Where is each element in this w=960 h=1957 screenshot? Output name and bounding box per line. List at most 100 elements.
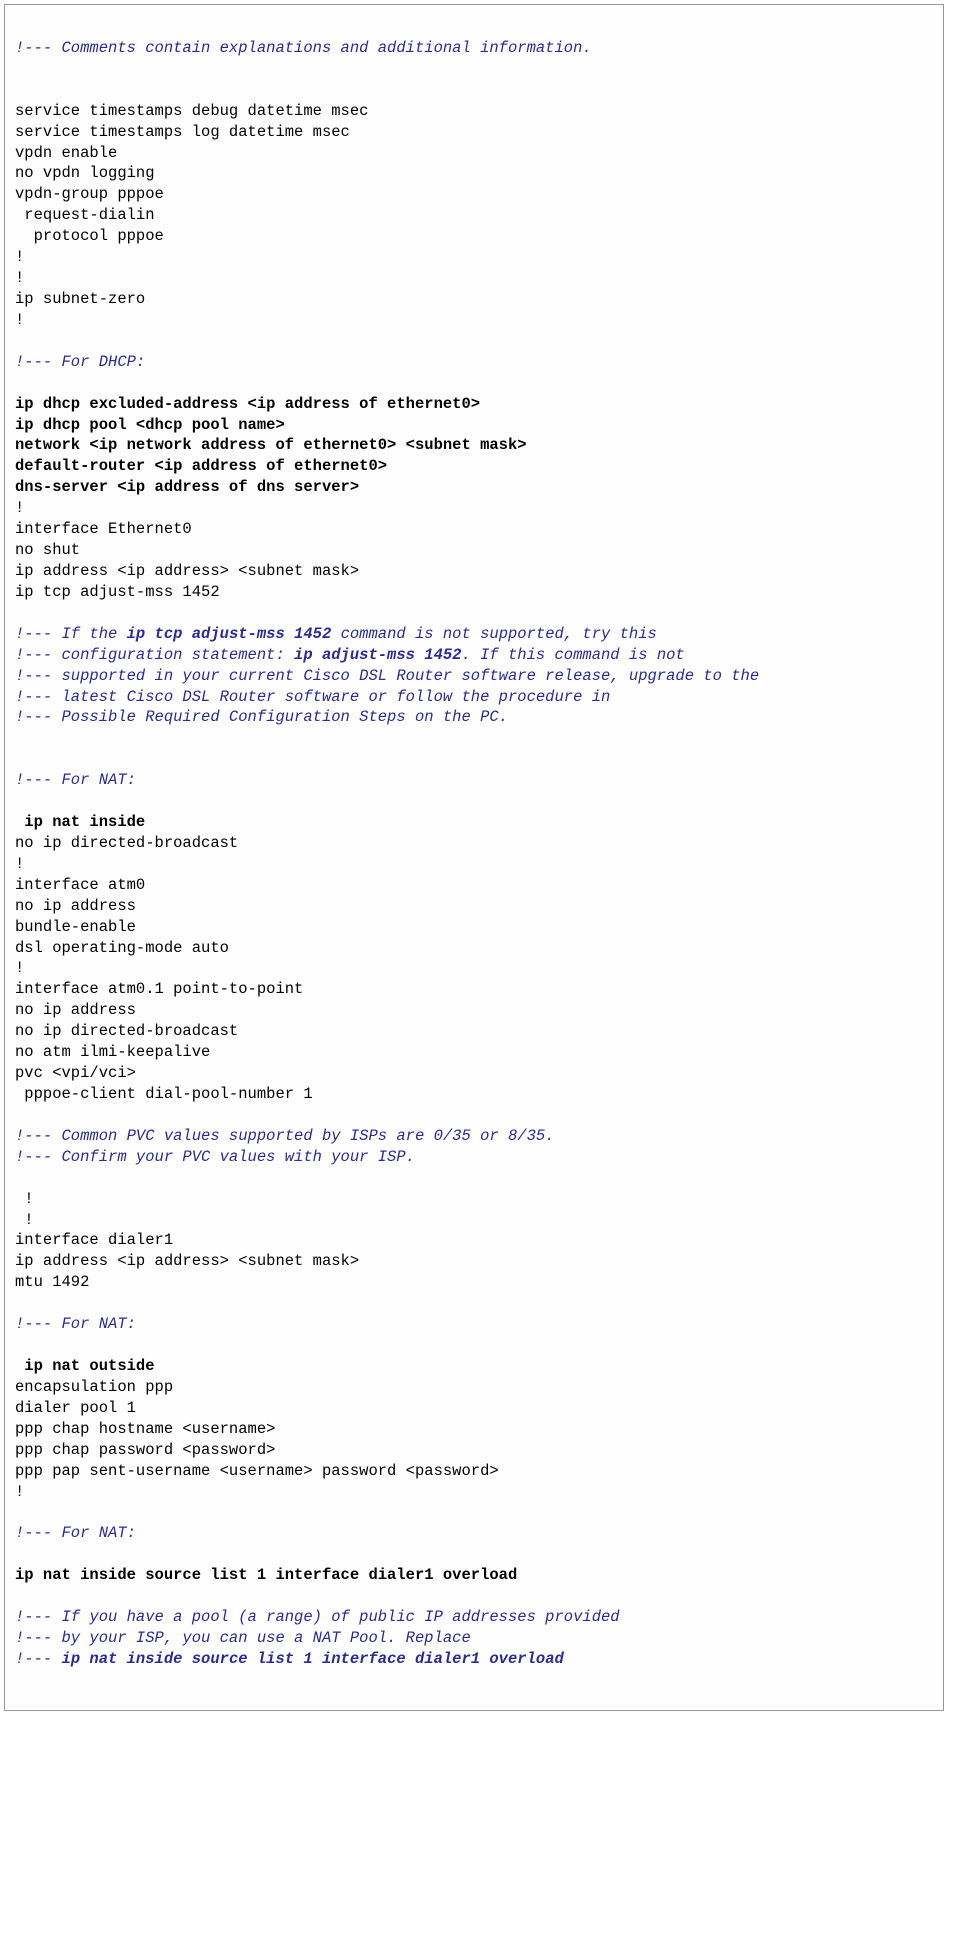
- code-segment: !: [15, 269, 24, 287]
- code-segment: !--- supported in your current Cisco DSL…: [15, 667, 759, 685]
- code-segment: !--- For DHCP:: [15, 353, 145, 371]
- config-code-block: !--- Comments contain explanations and a…: [15, 17, 933, 1670]
- code-segment: no vpdn logging: [15, 164, 155, 182]
- code-line: dns-server <ip address of dns server>: [15, 478, 359, 496]
- code-line: protocol pppoe: [15, 227, 164, 245]
- code-line: no vpdn logging: [15, 164, 155, 182]
- code-segment: !--- latest Cisco DSL Router software or…: [15, 688, 610, 706]
- code-segment: !--- configuration statement:: [15, 646, 294, 664]
- code-segment: ip adjust-mss 1452: [294, 646, 461, 664]
- code-segment: ip dhcp pool <dhcp pool name>: [15, 416, 285, 434]
- code-segment: ip nat inside source list 1 interface di…: [15, 1566, 517, 1584]
- code-segment: !--- For NAT:: [15, 771, 136, 789]
- code-segment: !--- For NAT:: [15, 1315, 136, 1333]
- code-line: bundle-enable: [15, 918, 136, 936]
- config-document: !--- Comments contain explanations and a…: [4, 4, 944, 1711]
- code-line: !--- Common PVC values supported by ISPs…: [15, 1127, 555, 1145]
- code-line: dsl operating-mode auto: [15, 939, 229, 957]
- code-segment: ppp chap password <password>: [15, 1441, 275, 1459]
- code-line: default-router <ip address of ethernet0>: [15, 457, 387, 475]
- code-segment: mtu 1492: [15, 1273, 89, 1291]
- code-segment: protocol pppoe: [15, 227, 164, 245]
- code-line: no atm ilmi-keepalive: [15, 1043, 210, 1061]
- code-line: !--- supported in your current Cisco DSL…: [15, 667, 759, 685]
- code-segment: !--- For NAT:: [15, 1524, 136, 1542]
- code-line: interface atm0.1 point-to-point: [15, 980, 303, 998]
- code-segment: !--- Comments contain explanations and a…: [15, 39, 592, 57]
- code-segment: ip dhcp excluded-address <ip address of …: [15, 395, 480, 413]
- code-line: ip address <ip address> <subnet mask>: [15, 1252, 359, 1270]
- code-segment: network <ip network address of ethernet0…: [15, 436, 527, 454]
- code-line: ip dhcp pool <dhcp pool name>: [15, 416, 285, 434]
- code-line: !: [15, 1483, 24, 1501]
- code-line: service timestamps log datetime msec: [15, 123, 350, 141]
- code-line: !: [15, 1190, 34, 1208]
- code-segment: vpdn enable: [15, 144, 117, 162]
- code-segment: !--- Possible Required Configuration Ste…: [15, 708, 508, 726]
- code-segment: !: [15, 499, 24, 517]
- code-line: no ip directed-broadcast: [15, 834, 238, 852]
- code-segment: !: [15, 959, 24, 977]
- code-line: !--- For NAT:: [15, 1524, 136, 1542]
- code-line: !--- If you have a pool (a range) of pub…: [15, 1608, 620, 1626]
- code-line: !--- Confirm your PVC values with your I…: [15, 1148, 415, 1166]
- code-line: ppp chap password <password>: [15, 1441, 275, 1459]
- code-line: vpdn-group pppoe: [15, 185, 164, 203]
- code-segment: vpdn-group pppoe: [15, 185, 164, 203]
- code-line: encapsulation ppp: [15, 1378, 173, 1396]
- code-line: dialer pool 1: [15, 1399, 136, 1417]
- code-segment: ip tcp adjust-mss 1452: [15, 583, 220, 601]
- code-line: no shut: [15, 541, 80, 559]
- code-line: ip nat inside source list 1 interface di…: [15, 1566, 517, 1584]
- code-line: interface atm0: [15, 876, 145, 894]
- code-segment: ppp pap sent-username <username> passwor…: [15, 1462, 499, 1480]
- code-segment: no ip directed-broadcast: [15, 1022, 238, 1040]
- code-line: interface Ethernet0: [15, 520, 192, 538]
- code-line: ip subnet-zero: [15, 290, 145, 308]
- code-line: ppp pap sent-username <username> passwor…: [15, 1462, 499, 1480]
- code-segment: no ip directed-broadcast: [15, 834, 238, 852]
- code-segment: default-router <ip address of ethernet0>: [15, 457, 387, 475]
- code-line: !: [15, 1211, 34, 1229]
- code-segment: !: [15, 1190, 34, 1208]
- code-segment: interface Ethernet0: [15, 520, 192, 538]
- code-line: !: [15, 499, 24, 517]
- code-segment: ip address <ip address> <subnet mask>: [15, 1252, 359, 1270]
- code-segment: encapsulation ppp: [15, 1378, 173, 1396]
- code-segment: no ip address: [15, 897, 136, 915]
- code-segment: dsl operating-mode auto: [15, 939, 229, 957]
- code-segment: !--- If you have a pool (a range) of pub…: [15, 1608, 620, 1626]
- code-segment: . If this command is not: [461, 646, 684, 664]
- code-line: mtu 1492: [15, 1273, 89, 1291]
- code-segment: !: [15, 855, 24, 873]
- code-segment: ip subnet-zero: [15, 290, 145, 308]
- code-line: no ip directed-broadcast: [15, 1022, 238, 1040]
- code-line: !: [15, 269, 24, 287]
- code-segment: pppoe-client dial-pool-number 1: [15, 1085, 313, 1103]
- code-line: !--- by your ISP, you can use a NAT Pool…: [15, 1629, 471, 1647]
- code-segment: ip nat inside source list 1 interface di…: [62, 1650, 564, 1668]
- code-segment: service timestamps debug datetime msec: [15, 102, 368, 120]
- code-line: request-dialin: [15, 206, 155, 224]
- code-segment: dialer pool 1: [15, 1399, 136, 1417]
- code-segment: interface atm0: [15, 876, 145, 894]
- code-segment: !---: [15, 1650, 62, 1668]
- code-segment: !--- Common PVC values supported by ISPs…: [15, 1127, 555, 1145]
- code-segment: !: [15, 1483, 24, 1501]
- code-line: pvc <vpi/vci>: [15, 1064, 136, 1082]
- code-line: !--- configuration statement: ip adjust-…: [15, 646, 685, 664]
- code-segment: ppp chap hostname <username>: [15, 1420, 275, 1438]
- code-segment: ip tcp adjust-mss 1452: [127, 625, 332, 643]
- code-segment: no atm ilmi-keepalive: [15, 1043, 210, 1061]
- code-segment: command is not supported, try this: [331, 625, 657, 643]
- code-line: pppoe-client dial-pool-number 1: [15, 1085, 313, 1103]
- code-line: !--- If the ip tcp adjust-mss 1452 comma…: [15, 625, 657, 643]
- code-line: !--- For NAT:: [15, 771, 136, 789]
- code-line: !--- ip nat inside source list 1 interfa…: [15, 1650, 564, 1668]
- code-line: service timestamps debug datetime msec: [15, 102, 368, 120]
- code-line: !--- For DHCP:: [15, 353, 145, 371]
- code-segment: dns-server <ip address of dns server>: [15, 478, 359, 496]
- code-segment: service timestamps log datetime msec: [15, 123, 350, 141]
- code-line: !--- For NAT:: [15, 1315, 136, 1333]
- code-line: no ip address: [15, 1001, 136, 1019]
